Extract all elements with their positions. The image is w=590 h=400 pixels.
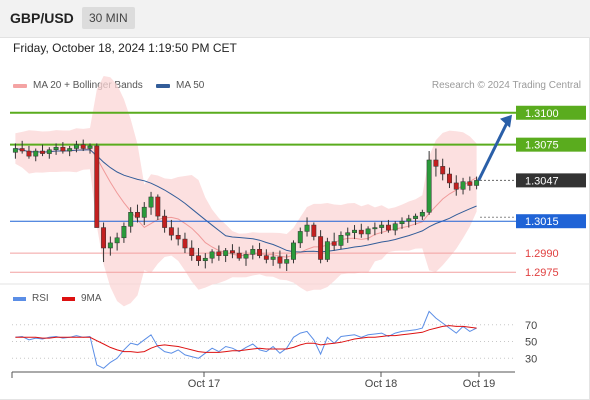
candle-body [365, 228, 371, 235]
candle-body [107, 242, 113, 249]
rsi-line [15, 310, 477, 369]
candle-body [60, 146, 66, 152]
candle-body [155, 196, 161, 217]
candle-body [447, 173, 452, 184]
candle-body [345, 232, 351, 236]
candle-body [277, 256, 283, 264]
candle-body [392, 223, 398, 231]
rsi-tick-70: 70 [525, 320, 537, 332]
candle-body [270, 256, 276, 260]
candle-body [53, 146, 59, 151]
level-label-1-2975: 1.2975 [525, 267, 559, 279]
candle-body [460, 181, 466, 190]
candle-body [189, 247, 195, 256]
candle-body [318, 236, 324, 260]
candle-body [304, 224, 310, 232]
candle-body [67, 148, 73, 152]
candle-body [338, 234, 344, 246]
candle-body [209, 251, 215, 259]
candle-body [141, 206, 147, 218]
candle-body [121, 226, 127, 239]
candle-body [19, 148, 25, 152]
candle-body [358, 229, 364, 235]
time-label: Oct 19 [463, 378, 495, 390]
candle-body [413, 215, 419, 219]
candle-body [419, 212, 425, 217]
candle-body [474, 180, 480, 186]
candle-body [379, 224, 385, 228]
candle-body [162, 215, 168, 228]
candle-body [33, 150, 39, 157]
candle-body [148, 196, 154, 208]
candle-body [175, 234, 181, 240]
candle-body [467, 181, 473, 186]
level-label-1-3100: 1.3100 [525, 108, 559, 120]
candle-body [229, 250, 235, 254]
candle-body [135, 212, 140, 218]
level-label-1-3075: 1.3075 [525, 140, 559, 152]
candle-body [182, 238, 188, 249]
level-label-1-3015: 1.3015 [525, 216, 559, 228]
candle-body [101, 227, 107, 249]
candle-body [406, 218, 412, 222]
forecast-arrow-shaft [477, 120, 510, 182]
rsi-tick-50: 50 [525, 337, 537, 349]
candle-body [196, 255, 201, 262]
candle-body [128, 212, 134, 227]
candle-body [80, 144, 86, 149]
level-label-1-3047: 1.3047 [525, 175, 559, 187]
candle-body [372, 227, 378, 230]
candle-body [114, 237, 120, 244]
candle-body [94, 145, 100, 228]
time-label: Oct 17 [188, 378, 220, 390]
time-label: Oct 18 [365, 378, 397, 390]
candle-body [40, 150, 45, 154]
candle-body [426, 159, 432, 213]
candle-body [202, 257, 208, 262]
candle-body [168, 227, 174, 236]
candle-body [263, 255, 269, 260]
candle-body [453, 182, 459, 190]
candle-body [250, 249, 256, 255]
candle-body [399, 220, 405, 225]
candle-body [284, 259, 290, 264]
candle-body [433, 159, 439, 167]
candle-body [87, 145, 93, 149]
rsi-tick-30: 30 [525, 353, 537, 365]
candle-body [331, 241, 337, 246]
candle-body [291, 242, 296, 260]
rsi-9ma-line [15, 325, 477, 353]
candle-body [257, 249, 263, 256]
candle-body [243, 254, 249, 259]
price-chart[interactable]: 1.3100 1.3075 1.3047 1.3015 1.2990 1.2975 70 50… [0, 0, 590, 400]
candle-body [12, 148, 18, 153]
candle-body [324, 241, 330, 260]
candle-body [73, 144, 79, 149]
candle-body [385, 224, 391, 231]
candle-body [311, 224, 317, 237]
level-label-1-2990: 1.2990 [525, 248, 559, 260]
candle-body [352, 229, 357, 233]
candle-body [46, 149, 52, 154]
candle-body [223, 250, 229, 256]
candle-body [216, 251, 222, 256]
candle-body [297, 231, 303, 244]
candle-body [26, 150, 32, 157]
candle-body [236, 252, 242, 259]
candle-body [440, 166, 446, 175]
